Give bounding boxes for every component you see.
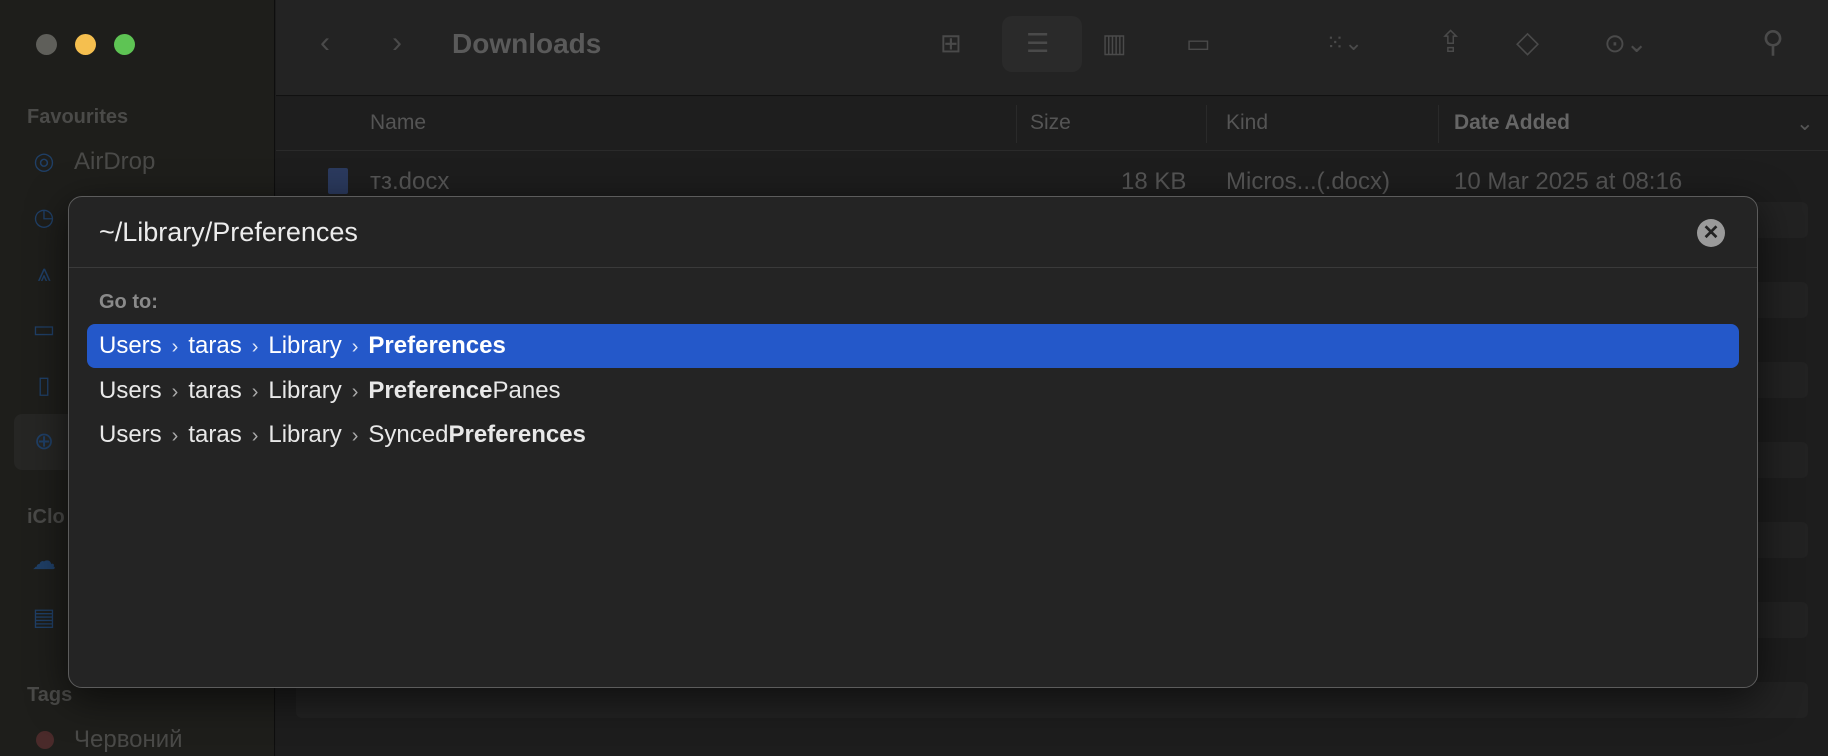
path-match: Preferences — [448, 421, 586, 448]
more-actions-icon[interactable]: ⊙⌄ — [1604, 26, 1648, 60]
column-header: Name Size Kind Date Added ⌄ — [276, 97, 1828, 151]
chevron-right-icon: › — [171, 336, 179, 358]
chevron-right-icon: › — [351, 336, 359, 358]
chevron-right-icon: › — [251, 381, 259, 403]
chevron-right-icon: › — [251, 336, 259, 358]
airdrop-icon: ◎ — [33, 148, 55, 175]
chevron-right-icon: › — [171, 425, 179, 447]
column-divider[interactable] — [1206, 105, 1207, 143]
path-component: Library — [268, 332, 342, 359]
column-view-icon[interactable]: ▥ — [1102, 26, 1127, 60]
path-prefix: Synced — [368, 421, 449, 448]
path-component: Library — [268, 421, 342, 448]
documents-icon: ▯ — [37, 372, 51, 399]
column-size[interactable]: Size — [1030, 111, 1071, 135]
zoom-window-button[interactable] — [114, 34, 135, 55]
divider — [69, 267, 1757, 268]
word-document-icon — [328, 168, 348, 194]
shared-folder-icon[interactable]: ▤ — [30, 604, 58, 632]
chevron-right-icon: › — [171, 381, 179, 403]
path-component: Users — [99, 421, 162, 448]
column-divider[interactable] — [1016, 105, 1017, 143]
minimize-window-button[interactable] — [75, 34, 96, 55]
icon-view-icon[interactable]: ⊞ — [940, 26, 962, 60]
chevron-right-icon: › — [351, 381, 359, 403]
back-icon[interactable]: ‹ — [320, 26, 330, 60]
path-input[interactable]: ~/Library/Preferences — [99, 217, 358, 248]
path-component: Users — [99, 377, 162, 404]
column-name[interactable]: Name — [370, 111, 426, 135]
result-item[interactable]: Users › taras › Library › Preferences — [87, 324, 1739, 368]
sidebar-item-airdrop[interactable]: AirDrop — [74, 148, 155, 176]
list-view-icon: ☰ — [1026, 28, 1050, 58]
path-component: taras — [188, 421, 242, 448]
result-item[interactable]: Users › taras › Library › SyncedPreferences — [87, 413, 1739, 457]
path-suffix: Panes — [492, 377, 561, 404]
path-match: Preferences — [368, 332, 506, 359]
result-item[interactable]: Users › taras › Library › PreferencePanes — [87, 369, 1739, 413]
share-icon[interactable]: ⇪ — [1438, 26, 1463, 60]
close-window-button[interactable] — [36, 34, 57, 55]
sort-chevron-icon[interactable]: ⌄ — [1796, 111, 1814, 136]
column-date-added[interactable]: Date Added — [1454, 111, 1570, 135]
group-icon[interactable]: ⁙⌄ — [1326, 26, 1363, 60]
clear-close-button[interactable]: ✕ — [1697, 219, 1725, 247]
chevron-right-icon: › — [251, 425, 259, 447]
downloads-icon: ⊕ — [33, 428, 55, 455]
go-to-folder-dialog: ~/Library/Preferences ✕ Go to: Users › tar… — [68, 196, 1758, 688]
path-component: Users — [99, 332, 162, 359]
column-kind[interactable]: Kind — [1226, 111, 1268, 135]
gallery-view-icon[interactable]: ▭ — [1186, 26, 1211, 60]
forward-icon[interactable]: › — [392, 26, 402, 60]
path-component: taras — [188, 377, 242, 404]
file-name: тз.docx — [370, 168, 450, 195]
recents-icon: ◷ — [33, 204, 55, 231]
desktop-icon: ▭ — [32, 316, 56, 343]
file-date-added: 10 Mar 2025 at 08:16 — [1454, 168, 1683, 195]
chevron-right-icon: › — [351, 425, 359, 447]
file-size: 18 KB — [1121, 168, 1187, 195]
file-kind: Micros...(.docx) — [1226, 168, 1391, 195]
red-tag-dot-icon — [36, 731, 54, 749]
column-divider[interactable] — [1438, 105, 1439, 143]
tag-icon[interactable]: ◇ — [1516, 26, 1539, 60]
sidebar-section-tags: Tags — [27, 684, 73, 706]
path-component: taras — [188, 332, 242, 359]
close-icon: ✕ — [1702, 222, 1720, 244]
sidebar-section-favourites: Favourites — [27, 106, 129, 128]
go-to-label: Go to: — [99, 291, 158, 313]
applications-icon: ⩓ — [37, 260, 51, 287]
path-match: Preference — [368, 377, 493, 404]
sidebar-tag-red[interactable]: Червоний — [74, 726, 183, 754]
toolbar: ‹ › Downloads ⊞ ☰ ▥ ▭ ⁙⌄ ⇪ ◇ ⊙⌄ ⚲ — [276, 0, 1828, 96]
icloud-drive-icon[interactable]: ☁ — [30, 548, 58, 576]
sidebar-section-icloud: iClo — [27, 506, 65, 528]
window-title: Downloads — [452, 28, 602, 59]
search-icon[interactable]: ⚲ — [1762, 26, 1784, 60]
path-component: Library — [268, 377, 342, 404]
